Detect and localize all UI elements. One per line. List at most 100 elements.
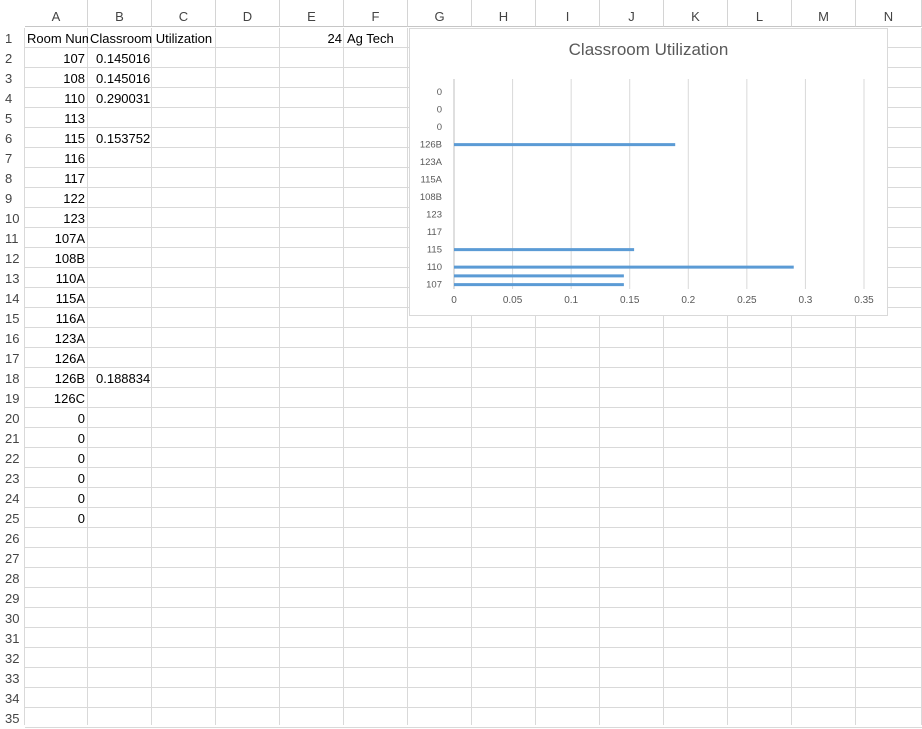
- row-header-35[interactable]: 35: [0, 708, 25, 728]
- column-header-h[interactable]: H: [472, 0, 536, 27]
- cell-E1[interactable]: 24: [281, 28, 345, 48]
- bar-115[interactable]: [454, 248, 635, 252]
- cell-F1[interactable]: Ag Tech: [345, 28, 409, 48]
- row-header-5[interactable]: 5: [0, 108, 25, 128]
- column-header-i[interactable]: I: [536, 0, 600, 27]
- row-header-3[interactable]: 3: [0, 68, 25, 88]
- row-header-4[interactable]: 4: [0, 88, 25, 108]
- cell-a21[interactable]: 0: [25, 428, 88, 448]
- row-header-19[interactable]: 19: [0, 388, 25, 408]
- row-header-1[interactable]: 1: [0, 28, 25, 48]
- cell-a25[interactable]: 0: [25, 508, 88, 528]
- row-header-6[interactable]: 6: [0, 128, 25, 148]
- bar-110[interactable]: [454, 265, 794, 269]
- row-header-13[interactable]: 13: [0, 268, 25, 288]
- cell-b18[interactable]: 0.188834: [94, 368, 152, 388]
- cell-b16[interactable]: [94, 328, 152, 348]
- cell-a7[interactable]: 116: [25, 148, 88, 168]
- cell-a23[interactable]: 0: [25, 468, 88, 488]
- cell-a14[interactable]: 115A: [25, 288, 88, 308]
- row-header-26[interactable]: 26: [0, 528, 25, 548]
- row-header-16[interactable]: 16: [0, 328, 25, 348]
- cell-a24[interactable]: 0: [25, 488, 88, 508]
- cell-b22[interactable]: [94, 448, 152, 468]
- column-header-l[interactable]: L: [728, 0, 792, 27]
- cell-b13[interactable]: [94, 268, 152, 288]
- cell-b17[interactable]: [94, 348, 152, 368]
- row-header-30[interactable]: 30: [0, 608, 25, 628]
- cell-a16[interactable]: 123A: [25, 328, 88, 348]
- cell-b6[interactable]: 0.153752: [94, 128, 152, 148]
- cell-b3[interactable]: 0.145016: [94, 68, 152, 88]
- cell-a20[interactable]: 0: [25, 408, 88, 428]
- row-header-31[interactable]: 31: [0, 628, 25, 648]
- column-header-d[interactable]: D: [216, 0, 280, 27]
- cell-b19[interactable]: [94, 388, 152, 408]
- cell-a19[interactable]: 126C: [25, 388, 88, 408]
- row-header-11[interactable]: 11: [0, 228, 25, 248]
- row-header-25[interactable]: 25: [0, 508, 25, 528]
- cell-a13[interactable]: 110A: [25, 268, 88, 288]
- cell-a15[interactable]: 116A: [25, 308, 88, 328]
- row-header-32[interactable]: 32: [0, 648, 25, 668]
- row-header-22[interactable]: 22: [0, 448, 25, 468]
- cell-b5[interactable]: [94, 108, 152, 128]
- cell-a12[interactable]: 108B: [25, 248, 88, 268]
- bar-107[interactable]: [454, 283, 624, 287]
- bar-108[interactable]: [454, 274, 624, 278]
- row-header-29[interactable]: 29: [0, 588, 25, 608]
- row-header-24[interactable]: 24: [0, 488, 25, 508]
- cell-b14[interactable]: [94, 288, 152, 308]
- row-header-33[interactable]: 33: [0, 668, 25, 688]
- classroom-utilization-chart[interactable]: Classroom Utilization 0 0.05 0.1 0.15 0.2 0.2…: [409, 28, 888, 316]
- cell-a8[interactable]: 117: [25, 168, 88, 188]
- row-header-14[interactable]: 14: [0, 288, 25, 308]
- cell-B1[interactable]: Classroom Utilization: [88, 28, 288, 48]
- row-header-27[interactable]: 27: [0, 548, 25, 568]
- cell-b12[interactable]: [94, 248, 152, 268]
- cell-a17[interactable]: 126A: [25, 348, 88, 368]
- cell-b25[interactable]: [94, 508, 152, 528]
- row-header-7[interactable]: 7: [0, 148, 25, 168]
- column-header-c[interactable]: C: [152, 0, 216, 27]
- cell-b8[interactable]: [94, 168, 152, 188]
- cell-a2[interactable]: 107: [25, 48, 88, 68]
- column-header-n[interactable]: N: [856, 0, 922, 27]
- cell-b4[interactable]: 0.290031: [94, 88, 152, 108]
- column-header-g[interactable]: G: [408, 0, 472, 27]
- cell-b10[interactable]: [94, 208, 152, 228]
- column-header-k[interactable]: K: [664, 0, 728, 27]
- cell-b24[interactable]: [94, 488, 152, 508]
- cell-b20[interactable]: [94, 408, 152, 428]
- cell-a6[interactable]: 115: [25, 128, 88, 148]
- row-header-23[interactable]: 23: [0, 468, 25, 488]
- row-header-17[interactable]: 17: [0, 348, 25, 368]
- column-header-a[interactable]: A: [25, 0, 88, 27]
- cell-a5[interactable]: 113: [25, 108, 88, 128]
- row-header-28[interactable]: 28: [0, 568, 25, 588]
- cell-a9[interactable]: 122: [25, 188, 88, 208]
- column-header-b[interactable]: B: [88, 0, 152, 27]
- column-header-e[interactable]: E: [280, 0, 344, 27]
- row-header-15[interactable]: 15: [0, 308, 25, 328]
- column-header-f[interactable]: F: [344, 0, 408, 27]
- row-header-34[interactable]: 34: [0, 688, 25, 708]
- row-header-18[interactable]: 18: [0, 368, 25, 388]
- column-header-j[interactable]: J: [600, 0, 664, 27]
- cell-a22[interactable]: 0: [25, 448, 88, 468]
- cell-b7[interactable]: [94, 148, 152, 168]
- cell-a18[interactable]: 126B: [25, 368, 88, 388]
- row-header-10[interactable]: 10: [0, 208, 25, 228]
- cell-a3[interactable]: 108: [25, 68, 88, 88]
- row-header-12[interactable]: 12: [0, 248, 25, 268]
- row-header-9[interactable]: 9: [0, 188, 25, 208]
- row-header-8[interactable]: 8: [0, 168, 25, 188]
- cell-b9[interactable]: [94, 188, 152, 208]
- column-header-m[interactable]: M: [792, 0, 856, 27]
- cell-A1[interactable]: Room Number: [25, 28, 88, 48]
- cell-a4[interactable]: 110: [25, 88, 88, 108]
- cell-a11[interactable]: 107A: [25, 228, 88, 248]
- row-header-2[interactable]: 2: [0, 48, 25, 68]
- bar-126B[interactable]: [454, 143, 676, 147]
- cell-b15[interactable]: [94, 308, 152, 328]
